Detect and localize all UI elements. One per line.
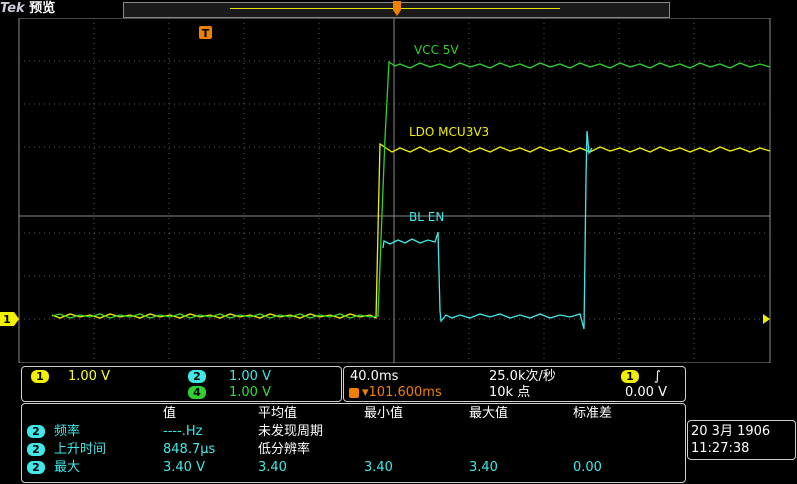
svg-text:1: 1	[3, 313, 11, 326]
measurement-panel[interactable]: 值 平均值 最小值 最大值 标准差 2 频率 ----.Hz 未发现周期 2 上…	[21, 403, 686, 483]
measure-row-3-max: 3.40	[469, 460, 498, 475]
channel-2-scale: 1.00 V	[229, 369, 271, 384]
measure-row-2-value: 848.7µs	[163, 442, 216, 457]
time: 11:27:38	[691, 441, 750, 456]
measure-row-3-min: 3.40	[364, 460, 393, 475]
svg-text:T: T	[202, 27, 210, 40]
channel-2-badge: 2	[188, 370, 206, 383]
sample-rate: 25.0k次/秒	[489, 369, 556, 384]
acquisition-mode: 预览	[29, 1, 56, 16]
measure-row-1-channel: 2	[27, 425, 45, 438]
measure-row-3-value: 3.40 V	[163, 460, 205, 475]
channel-4-badge: 4	[188, 386, 206, 399]
trigger-marker[interactable]: T	[199, 26, 212, 40]
trigger-position-icon	[349, 388, 359, 398]
trigger-level: 0.00 V	[625, 385, 667, 400]
measure-row-3-std: 0.00	[573, 460, 602, 475]
measure-row-2-name: 上升时间	[54, 442, 107, 457]
horizontal-scale: 40.0ms	[350, 369, 399, 384]
measure-row-1-value: ----.Hz	[163, 424, 203, 439]
waveform-display: T 1 VCC 5V LDO MCU3V3 BL EN	[0, 18, 771, 363]
trigger-source-badge: 1	[621, 370, 639, 383]
measure-header-max: 最大值	[469, 406, 509, 421]
channel-level-marker[interactable]: 1	[0, 312, 19, 326]
waveform-label-ldo: LDO MCU3V3	[409, 125, 489, 139]
measure-row-3-channel: 2	[27, 461, 45, 474]
channel-scale-panel[interactable]: 1 1.00 V 2 1.00 V 4 1.00 V	[21, 366, 342, 402]
record-length: 10k 点	[489, 385, 531, 400]
waveform-label-vcc: VCC 5V	[414, 43, 459, 57]
datetime-panel: 20 3月 1906 11:27:38	[687, 420, 796, 460]
channel-1-scale: 1.00 V	[68, 369, 110, 384]
measure-row-1-name: 频率	[54, 424, 81, 439]
measure-row-1-mean: 未发现周期	[258, 424, 324, 439]
timebase-panel[interactable]: 40.0ms 25.0k次/秒 ▾101.600ms 10k 点 1 ∫ 0.0…	[343, 366, 686, 402]
top-status-bar: Tek 预览	[0, 0, 797, 18]
channel-4-scale: 1.00 V	[229, 385, 271, 400]
date: 20 3月 1906	[691, 424, 771, 439]
graticule	[18, 18, 771, 363]
measure-row-3-mean: 3.40	[258, 460, 287, 475]
measure-row-2-mean: 低分辨率	[258, 442, 311, 457]
waveform-label-blen: BL EN	[409, 210, 444, 224]
measure-header-value: 值	[163, 406, 177, 421]
measure-header-min: 最小值	[364, 406, 404, 421]
brand-mode: Tek 预览	[0, 0, 55, 18]
measure-header-mean: 平均值	[258, 406, 298, 421]
measure-header-std: 标准差	[573, 406, 613, 421]
measure-row-3-name: 最大	[54, 460, 81, 475]
trigger-slope-icon: ∫	[654, 369, 661, 384]
measure-row-2-channel: 2	[27, 443, 45, 456]
channel-1-badge: 1	[31, 370, 49, 383]
tek-logo: Tek	[0, 1, 25, 16]
trigger-position: ▾101.600ms	[362, 385, 442, 400]
trigger-position-marker[interactable]	[392, 0, 402, 18]
